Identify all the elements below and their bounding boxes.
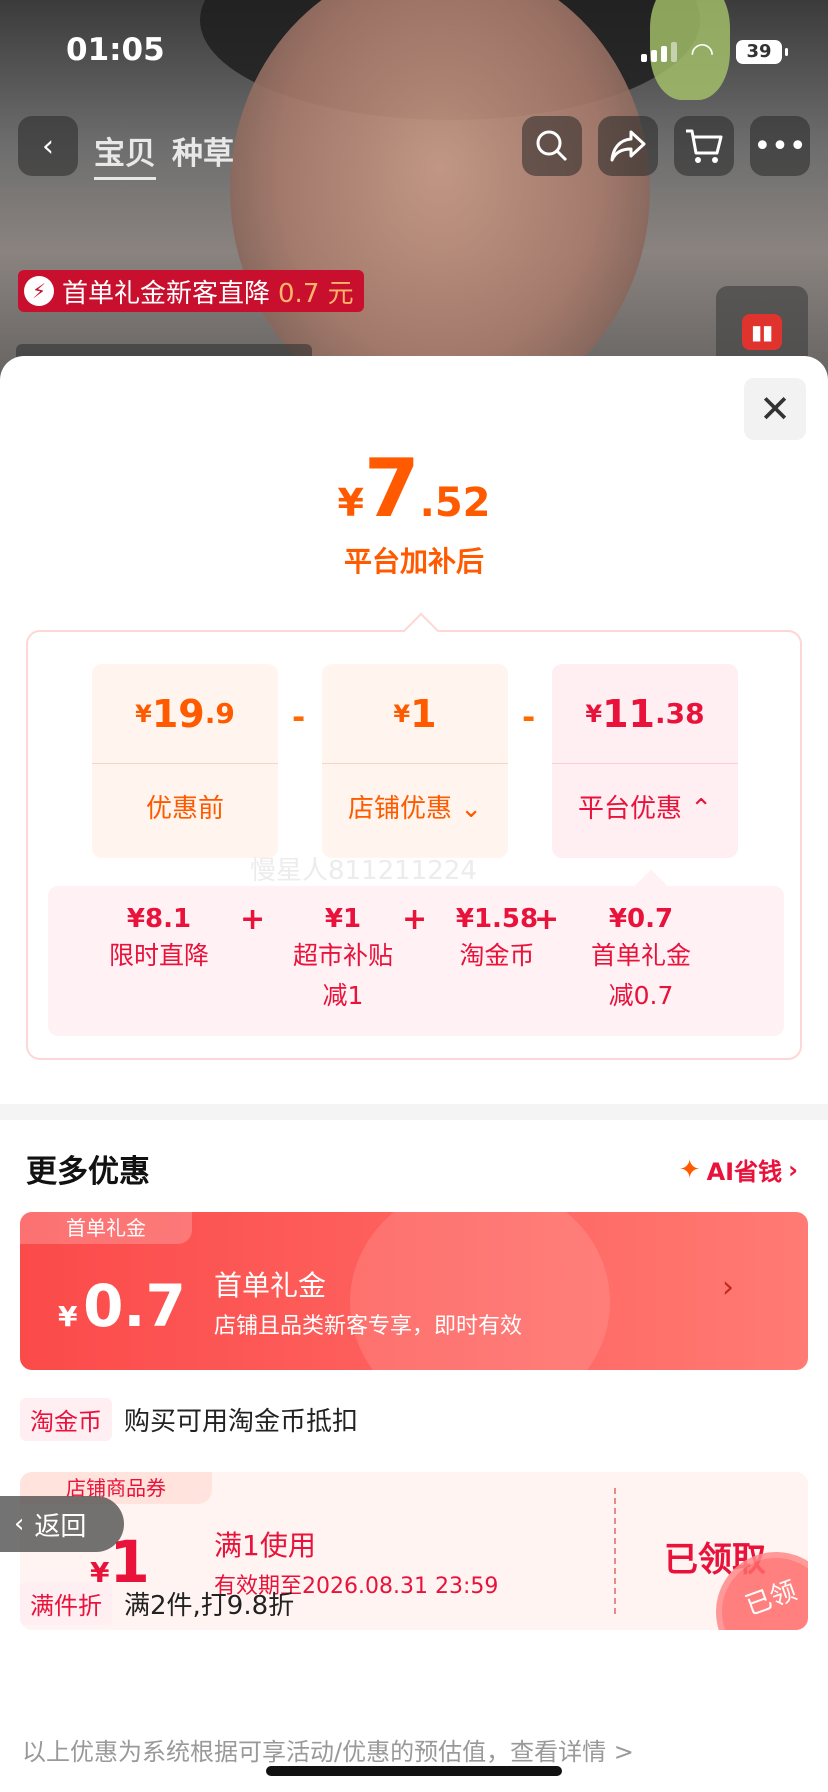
price-integer: 7 [363,442,420,535]
gift-amount: ¥ 0.7 [58,1272,186,1340]
tab-seeding[interactable]: 种草 [172,128,234,180]
plus-sign: + [240,902,266,937]
close-icon[interactable]: ✕ [744,378,806,440]
breakdown-label: 首单礼金 [590,941,691,970]
minus-sign: - [292,698,306,736]
original-price-card: ¥19.9 优惠前 [92,664,278,858]
footer-disclaimer[interactable]: 以上优惠为系统根据可享活动/优惠的预估值，查看详情 > [22,1732,634,1767]
shop-discount-card[interactable]: ¥1 店铺优惠 ⌄ [322,664,508,858]
first-order-gift-card[interactable]: 首单礼金 ¥ 0.7 首单礼金 店铺且品类新客专享，即时有效 › [20,1212,808,1370]
price-note: 平台加补后 [343,545,484,578]
multi-item-text: 满2件,打9.8折 [124,1591,295,1621]
breakdown-item: ¥8.1 限时直降 [94,904,224,974]
promo-tag: ⚡ 首单礼金新客直降 0.7 元 [18,270,364,312]
more-icon[interactable]: ••• [750,116,810,176]
gift-yen: ¥ [58,1300,78,1333]
card-big: 19 [151,691,205,736]
price-decimal: .52 [419,480,491,526]
card-yen: ¥ [393,699,411,728]
signal-icon [641,42,677,62]
chevron-left-icon: ‹ [14,1509,25,1539]
price-yen: ¥ [337,481,364,525]
card-value: ¥11.38 [552,664,738,764]
card-label: 优惠前 [145,794,224,824]
taojinbi-chip: 淘金币 [20,1398,112,1441]
card-value: ¥1 [322,664,508,764]
card-label: 平台优惠 ⌃ [552,788,738,825]
breakdown-sub: 减1 [322,981,364,1010]
home-indicator [266,1766,562,1776]
discount-sheet: ✕ ¥7.52 平台加补后 ¥19.9 优惠前 - ¥1 店铺优惠 ⌄ - ¥1… [0,356,828,1792]
promo-tag-amount: 0.7 元 [278,278,354,309]
battery-icon: 39 [736,40,788,64]
plus-sign: + [534,902,560,937]
chevron-right-icon: › [788,1155,798,1184]
card-small: .38 [654,697,705,730]
return-label: 返回 [34,1511,87,1542]
promo-tag-text: 首单礼金新客直降 [62,278,271,309]
wifi-icon: ◠ [690,36,715,69]
breakdown-value: ¥0.7 [608,904,674,934]
chevron-up-icon: ⌃ [690,794,713,824]
breakdown-label: 淘金币 [459,941,535,970]
chevron-right-icon: › [722,1270,734,1305]
card-big: 1 [410,691,437,736]
card-yen: ¥ [585,699,603,728]
tab-item[interactable]: 宝贝 [94,128,156,180]
ai-save-label: AI省钱 [706,1158,783,1186]
breakdown-label: 超市补贴 [292,941,393,970]
card-label: 店铺优惠 ⌄ [322,788,508,825]
return-button[interactable]: ‹ 返回 [0,1496,124,1552]
gift-tag: 首单礼金 [20,1212,192,1244]
breakdown-sub: 减0.7 [608,981,674,1010]
card-label-text: 店铺优惠 [347,794,452,824]
card-big: 11 [602,691,655,736]
top-nav: ‹ 宝贝 种草 ••• [0,116,828,180]
platform-discount-card[interactable]: ¥11.38 平台优惠 ⌃ [552,664,738,858]
gift-bg-circle [350,1212,610,1370]
status-bar: 01:05 ◠ 39 [0,0,828,100]
status-time: 01:05 [66,32,165,68]
cart-icon[interactable] [674,116,734,176]
gift-amount-value: 0.7 [83,1272,186,1340]
card-value: ¥19.9 [92,664,278,764]
share-icon[interactable] [598,116,658,176]
chart-icon: ▮▮ [742,314,782,350]
taojinbi-text: 购买可用淘金币抵扣 [124,1407,359,1437]
platform-discount-breakdown: ¥8.1 限时直降 + ¥1 超市补贴 减1 + ¥1.58 淘金币 + ¥0.… [48,886,784,1036]
chevron-down-icon: ⌄ [460,794,483,824]
taojinbi-row: 淘金币 购买可用淘金币抵扣 [20,1398,358,1441]
breakdown-value: ¥1 [324,904,362,934]
breakdown-item: ¥1 超市补贴 减1 [278,904,408,1014]
ai-sparkle-icon: ✦ [678,1154,701,1185]
plus-sign: + [402,902,428,937]
minus-sign: - [522,698,536,736]
ai-save-link[interactable]: ✦ AI省钱 › [679,1152,798,1187]
breakdown-item: ¥0.7 首单礼金 减0.7 [566,904,716,1014]
nav-tabs: 宝贝 种草 [94,128,234,180]
bolt-icon: ⚡ [24,276,54,306]
card-yen: ¥ [135,699,152,728]
multi-item-chip: 满件折 [20,1582,112,1625]
card-small: .9 [204,697,235,730]
watermark: 慢星人811211224 [250,856,477,886]
multi-item-discount-row: 满件折 满2件,打9.8折 [20,1582,294,1625]
card-label-text: 平台优惠 [577,794,682,824]
breakdown-label: 限时直降 [108,941,209,970]
price-calculation: ¥19.9 优惠前 - ¥1 店铺优惠 ⌄ - ¥11.38 平台优惠 ⌃ ¥8… [26,630,802,1060]
breakdown-value: ¥8.1 [126,904,192,934]
gift-desc: 店铺且品类新客专享，即时有效 [214,1314,523,1339]
back-icon[interactable]: ‹ [18,116,78,176]
coupon-title: 满1使用 [214,1529,316,1562]
gift-title: 首单礼金 [214,1269,327,1302]
final-price: ¥7.52 [0,442,828,535]
more-offers-title: 更多优惠 [26,1154,150,1190]
search-icon[interactable] [522,116,582,176]
coupon-divider [614,1488,616,1614]
section-divider [0,1104,828,1120]
